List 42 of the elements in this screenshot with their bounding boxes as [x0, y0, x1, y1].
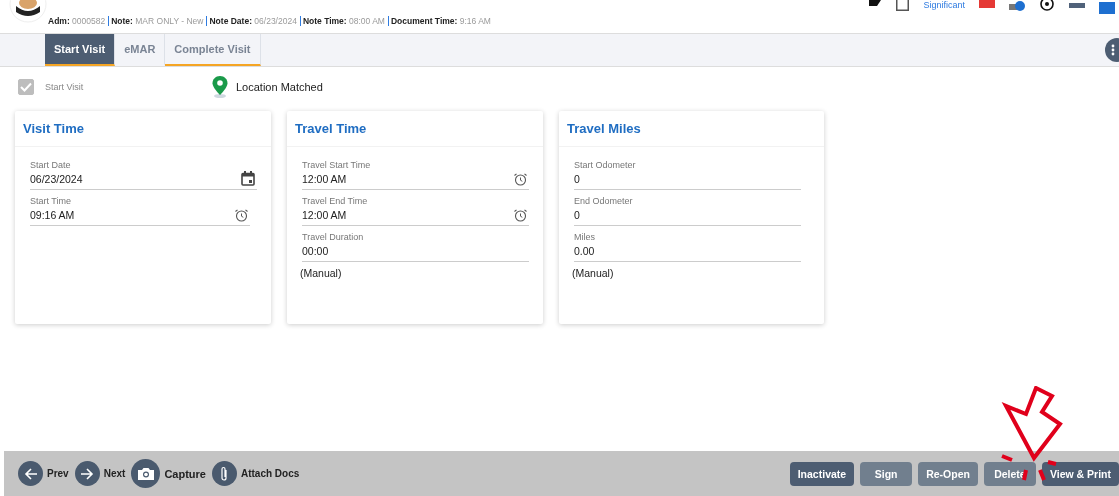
nav-button[interactable]: Next	[74, 459, 126, 488]
mode-note: (Manual)	[572, 267, 615, 279]
square-icon[interactable]	[1099, 0, 1115, 14]
input-field[interactable]: Travel Duration 00:00	[302, 231, 529, 262]
tab[interactable]: eMAR	[115, 34, 166, 66]
input-field[interactable]: End Odometer 0	[574, 195, 801, 226]
card-title: Visit Time	[15, 111, 271, 147]
more-icon	[1111, 44, 1115, 56]
input-field[interactable]: Start Odometer 0	[574, 159, 801, 190]
alarm-clock-icon[interactable]	[514, 173, 527, 186]
alert-icon[interactable]	[979, 0, 995, 10]
mode-note: (Manual)	[300, 267, 343, 279]
nav-button[interactable]: Capture	[131, 459, 206, 488]
tab[interactable]: Start Visit	[45, 34, 116, 66]
input-field[interactable]: Travel Start Time 12:00 AM	[302, 159, 529, 190]
action-button[interactable]: View & Print	[1041, 461, 1119, 486]
square-outline-icon[interactable]	[896, 0, 910, 11]
action-button[interactable]: Inactivate	[789, 461, 855, 486]
note-info: Note Date: 06/23/2024	[206, 16, 297, 26]
note-info: Adm: 0000582	[48, 16, 106, 26]
location-status: Location Matched	[236, 81, 323, 93]
checkbox-label: Start Visit	[45, 82, 84, 92]
input-field[interactable]: Travel End Time 12:00 AM	[302, 195, 529, 226]
camera-icon	[137, 467, 154, 480]
significant-link[interactable]: Significant	[923, 0, 965, 10]
location-pin-icon	[212, 76, 228, 98]
input-field[interactable]: Start Date 06/23/2024	[30, 159, 257, 190]
card-title: Travel Time	[287, 111, 543, 147]
nav-button[interactable]: Attach Docs	[211, 459, 300, 488]
left-arrow-icon	[23, 466, 38, 481]
alarm-clock-icon[interactable]	[235, 209, 248, 222]
nav-button[interactable]: Prev	[18, 459, 69, 488]
paperclip-icon	[219, 465, 230, 482]
note-info: Document Time: 9:16 AM	[387, 16, 491, 26]
input-field[interactable]: Miles 0.00	[574, 231, 801, 262]
card-title: Travel Miles	[559, 111, 824, 147]
note-info: Note: MAR ONLY - New	[108, 16, 204, 26]
note-info: Note Time: 08:00 AM	[299, 16, 385, 26]
alarm-clock-icon[interactable]	[514, 209, 527, 222]
calendar-icon[interactable]	[241, 171, 255, 186]
right-arrow-icon	[80, 466, 95, 481]
input-field[interactable]: Start Time 09:16 AM	[30, 195, 250, 226]
